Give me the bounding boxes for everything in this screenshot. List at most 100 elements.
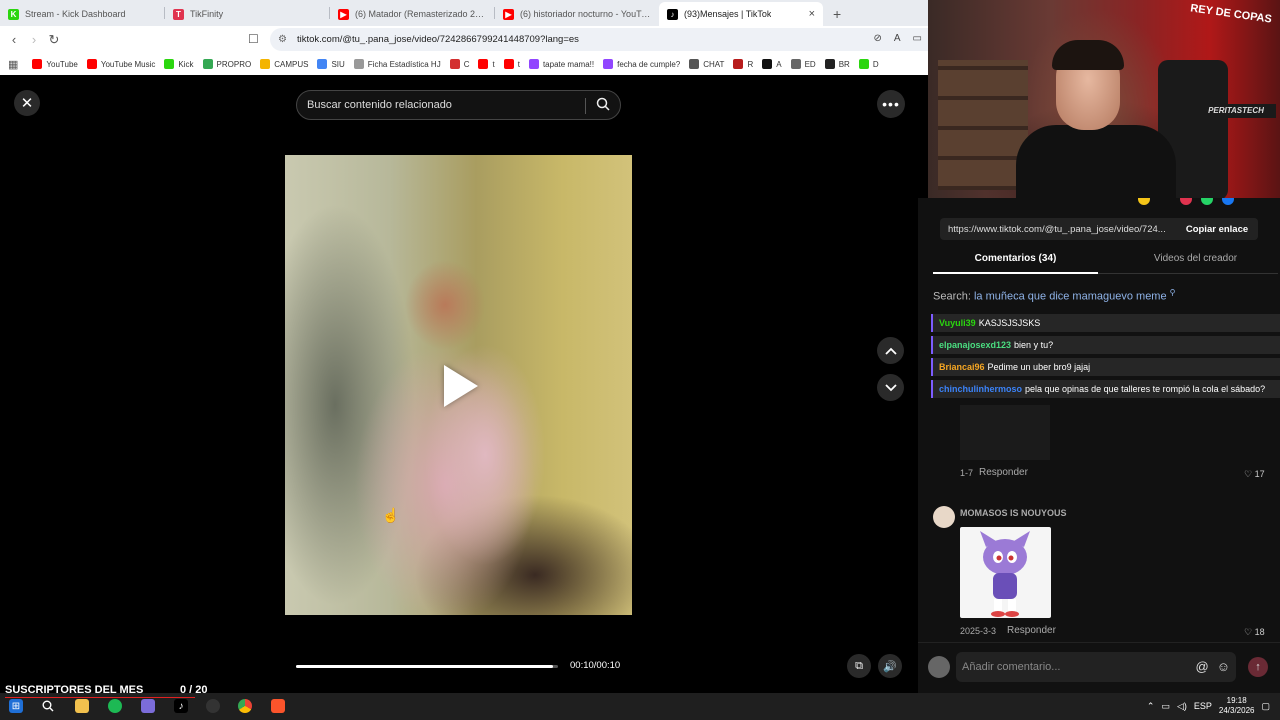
tab-historiador[interactable]: ▶ (6) historiador nocturno - YouTube — [495, 2, 659, 26]
bookmark-icon[interactable]: ☐ — [248, 32, 259, 46]
video-time: 00:10/00:10 — [570, 660, 621, 671]
bookmark-item[interactable]: YouTube Music — [86, 59, 156, 69]
bookmark-item[interactable]: CHAT — [689, 59, 724, 69]
active-tab-indicator — [933, 272, 1098, 274]
spotify-icon[interactable] — [108, 699, 122, 713]
discord-icon[interactable] — [141, 699, 155, 713]
avatar[interactable] — [933, 506, 955, 528]
comment-likes[interactable]: ♡ 18 — [1244, 627, 1265, 638]
floating-player-button[interactable]: ⧉ — [847, 654, 871, 678]
bookmark-item[interactable]: C — [449, 59, 469, 69]
play-icon[interactable] — [444, 365, 478, 407]
search-icon[interactable] — [41, 699, 55, 713]
chat-message: Briancai96 Pedime un uber bro9 jajaj — [931, 358, 1280, 376]
video-progress-bar[interactable] — [296, 665, 558, 668]
copy-link-button[interactable]: Copiar enlace — [1176, 218, 1258, 240]
chevron-up-icon[interactable]: ⌃ — [1147, 701, 1155, 712]
bookmark-favicon-icon — [503, 59, 514, 69]
bookmark-item[interactable]: Ficha Estadística HJ — [353, 59, 441, 69]
tab-comments[interactable]: Comentarios (34) — [933, 253, 1098, 264]
bookmark-item[interactable]: CAMPUS — [260, 59, 308, 69]
bookmark-favicon-icon — [790, 59, 801, 69]
close-video-button[interactable]: ✕ — [14, 90, 40, 116]
comment-author[interactable]: MOMASOS IS NOUYOUS — [960, 508, 1067, 518]
notifications-icon[interactable]: ▢ — [1261, 701, 1270, 712]
emoji-icon[interactable]: ☺ — [1217, 659, 1230, 674]
cast-icon[interactable]: ▭ — [913, 33, 922, 44]
reload-icon[interactable]: ↻ — [44, 32, 64, 48]
windows-start-icon[interactable]: ⊞ — [9, 699, 23, 713]
bookmark-item[interactable]: PROPRO — [202, 59, 251, 69]
translate-icon[interactable]: A — [894, 33, 901, 44]
close-tab-icon[interactable]: × — [809, 8, 815, 20]
bookmark-item[interactable]: D — [858, 59, 879, 69]
search-icon[interactable] — [596, 97, 610, 114]
back-icon[interactable]: ‹ — [4, 32, 24, 47]
tab-matador[interactable]: ▶ (6) Matador (Remasterizado 2008) - — [330, 2, 494, 26]
apps-grid-icon[interactable]: ▦ — [8, 58, 18, 71]
poster-brand: PERITASTECH — [1196, 104, 1276, 118]
bookmark-label: BR — [838, 59, 850, 69]
brave-icon[interactable] — [271, 699, 285, 713]
tab-kick-dashboard[interactable]: K Stream - Kick Dashboard — [0, 2, 164, 26]
bookmark-item[interactable]: ED — [790, 59, 816, 69]
bookmark-item[interactable]: BR — [824, 59, 850, 69]
mention-icon[interactable]: @ — [1196, 659, 1209, 674]
bookmark-item[interactable]: fecha de cumple? — [603, 59, 680, 69]
bookmark-item[interactable]: R — [733, 59, 753, 69]
bookmarks-bar: ▦ YouTube YouTube Music Kick PROPRO CAMPUS SI… — [0, 53, 928, 75]
chat-text: bien y tu? — [1014, 340, 1054, 350]
add-comment-input[interactable]: Añadir comentario... @ ☺ — [956, 652, 1236, 682]
send-comment-button[interactable]: ↑ — [1248, 657, 1268, 677]
tab-title: (93)Mensajes | TikTok — [684, 9, 772, 19]
add-comment-bar: Añadir comentario... @ ☺ ↑ — [918, 642, 1280, 693]
bookmark-item[interactable]: t — [478, 59, 495, 69]
reply-button[interactable]: Responder — [979, 467, 1028, 478]
comment-likes[interactable]: ♡ 17 — [1244, 469, 1265, 480]
previous-video-button[interactable] — [877, 337, 904, 364]
file-explorer-icon[interactable] — [75, 699, 89, 713]
new-tab-button[interactable]: + — [823, 2, 851, 26]
tab-tiktok-messages[interactable]: ♪ (93)Mensajes | TikTok × — [659, 2, 823, 26]
chat-text: KASJSJSJSKS — [978, 318, 1041, 328]
reply-button[interactable]: Responder — [1007, 625, 1056, 636]
bookmark-favicon-icon — [603, 59, 614, 69]
next-video-button[interactable] — [877, 374, 904, 401]
browser-tab-bar: K Stream - Kick Dashboard T TikFinity ▶ … — [0, 0, 928, 26]
comment-image[interactable] — [960, 405, 1050, 460]
avatar — [928, 656, 950, 678]
forward-icon[interactable]: › — [24, 32, 44, 47]
kick-icon: K — [8, 8, 19, 20]
network-icon[interactable]: ▭ — [1161, 701, 1170, 712]
volume-button[interactable]: 🔊 — [878, 654, 902, 678]
no-tracking-icon[interactable]: ⊘ — [873, 33, 881, 44]
tab-tikfinity[interactable]: T TikFinity — [165, 2, 329, 26]
volume-icon[interactable]: ◁) — [1177, 701, 1187, 712]
screen: { "tabs": [ {"title": "Stream - Kick Das… — [0, 0, 1280, 720]
related-search-input[interactable]: Buscar contenido relacionado — [296, 90, 621, 120]
bookmark-item[interactable]: SIU — [317, 59, 345, 69]
site-info-icon[interactable]: ⚙ — [278, 34, 287, 45]
bookmark-favicon-icon — [478, 59, 489, 69]
comment-sticker-image[interactable] — [960, 527, 1051, 618]
heart-icon: ♡ — [1244, 627, 1255, 637]
bookmark-label: YouTube Music — [100, 59, 156, 69]
tab-creator-videos[interactable]: Videos del creador — [1113, 253, 1278, 264]
url-field[interactable]: ⚙ tiktok.com/@tu_.pana_jose/video/724286… — [270, 28, 928, 51]
more-options-icon[interactable]: ••• — [877, 90, 905, 118]
chrome-icon[interactable] — [238, 699, 252, 713]
obs-icon[interactable] — [206, 699, 220, 713]
windows-taskbar: SUSCRIPTORES DEL MES 0 / 20 ⊞ ♪ ⌃ ▭ ◁) E… — [0, 684, 1280, 720]
bookmark-item[interactable]: A — [762, 59, 782, 69]
url-text: tiktok.com/@tu_.pana_jose/video/72428667… — [296, 34, 579, 45]
clock[interactable]: 19:18 24/3/2026 — [1219, 696, 1255, 716]
tiktok-icon[interactable]: ♪ — [174, 699, 188, 713]
related-search-link[interactable]: Search: la muñeca que dice mamaguevo mem… — [933, 288, 1176, 303]
language-indicator[interactable]: ESP — [1194, 701, 1212, 711]
bookmark-item[interactable]: YouTube — [32, 59, 78, 69]
bookmark-item[interactable]: tapate mama!! — [528, 59, 594, 69]
bookmark-item[interactable]: t — [503, 59, 520, 69]
bookmark-item[interactable]: Kick — [164, 59, 194, 69]
share-link-url: https://www.tiktok.com/@tu_.pana_jose/vi… — [948, 223, 1166, 235]
video-player[interactable]: ☝ — [285, 155, 632, 615]
